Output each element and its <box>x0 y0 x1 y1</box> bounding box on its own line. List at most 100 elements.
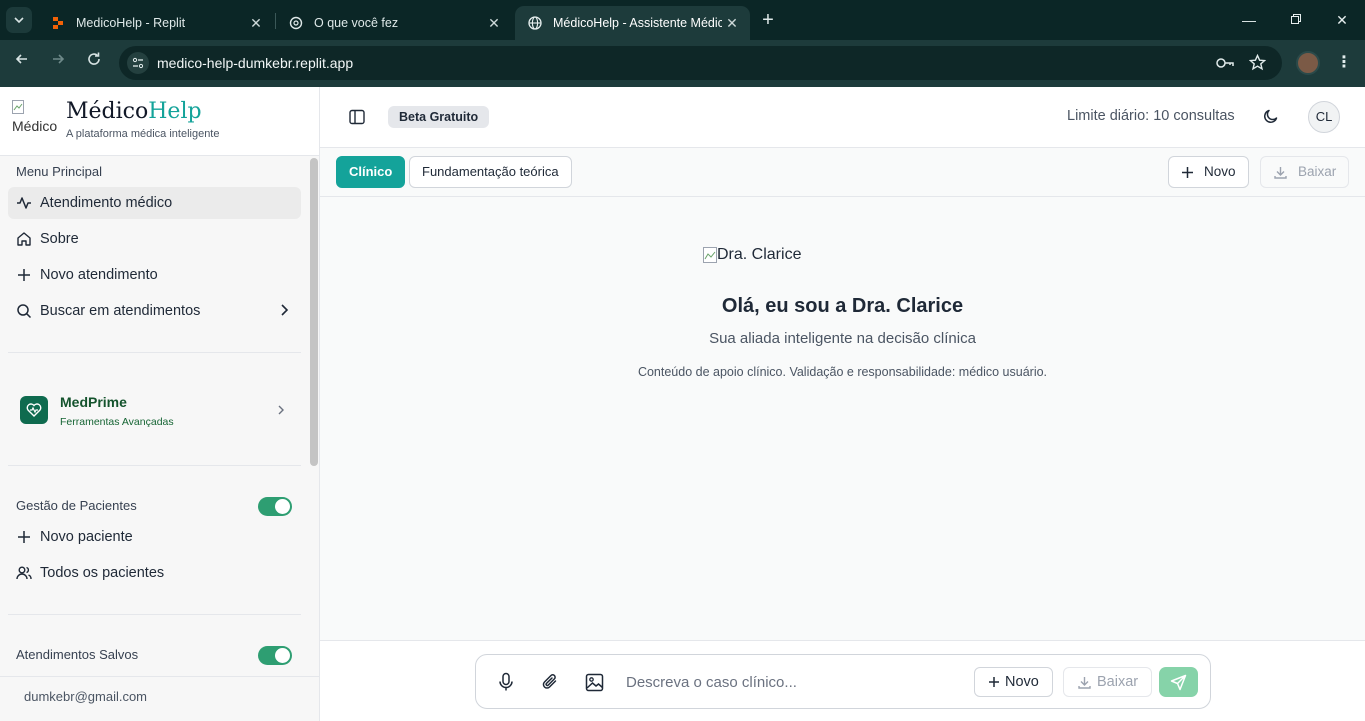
star-icon[interactable] <box>1248 53 1267 75</box>
minimize-icon[interactable]: — <box>1238 9 1260 31</box>
forward-icon[interactable] <box>46 51 70 75</box>
sidebar-item-label: Novo paciente <box>40 529 133 545</box>
toggle-knob <box>275 648 290 663</box>
logo-alt-text: Médico <box>12 118 58 134</box>
sidebar-item-todos-pacientes[interactable]: Todos os pacientes <box>8 557 301 589</box>
sidebar-scrollbar[interactable] <box>309 156 319 676</box>
brand-title: MédicoHelp <box>66 99 202 124</box>
dra-clarice-alt-text: Dra. Clarice <box>717 246 802 263</box>
key-icon[interactable] <box>1215 54 1235 76</box>
new-tab-button[interactable]: + <box>757 9 779 31</box>
brand-header: Médico MédicoHelp A plataforma médica in… <box>0 87 319 156</box>
tab-title: O que você fez <box>314 16 399 30</box>
browser-tab-strip: MedicoHelp - Replit ✕ O que você fez ✕ M… <box>0 0 1365 40</box>
profile-avatar[interactable] <box>1296 51 1320 75</box>
download-button-label: Baixar <box>1298 164 1337 179</box>
hero-disclaimer: Conteúdo de apoio clínico. Validação e r… <box>637 365 1048 379</box>
close-icon[interactable]: ✕ <box>246 15 266 32</box>
close-icon[interactable]: ✕ <box>484 15 504 32</box>
patients-toggle[interactable] <box>258 497 292 516</box>
user-email: dumkebr@gmail.com <box>24 689 148 704</box>
tab-title: MédicoHelp - Assistente Médico <box>553 16 722 30</box>
medprime-subtitle: Ferramentas Avançadas <box>60 416 174 428</box>
activity-icon <box>16 195 32 211</box>
sidebar-item-sobre[interactable]: Sobre <box>8 223 301 255</box>
chevron-down-icon <box>14 17 24 24</box>
gestao-pacientes-label: Gestão de Pacientes <box>16 498 137 513</box>
sidebar-item-novo-atendimento[interactable]: Novo atendimento <box>8 259 301 291</box>
download-icon <box>1077 675 1092 690</box>
logo-image: Médico <box>12 100 58 140</box>
sidebar-scroll-area: Menu Principal Atendimento médico Sobre … <box>0 156 308 676</box>
tab-search-button[interactable] <box>6 7 32 33</box>
composer-new-label: Novo <box>1005 674 1039 690</box>
main-content: Beta Gratuito Limite diário: 10 consulta… <box>320 87 1365 721</box>
globe-icon <box>527 15 543 31</box>
address-bar[interactable]: medico-help-dumkebr.replit.app <box>119 46 1282 80</box>
composer-box: Novo Baixar <box>475 654 1211 709</box>
new-button[interactable]: Novo <box>1168 156 1249 188</box>
plus-icon <box>16 267 32 283</box>
atendimentos-salvos-label: Atendimentos Salvos <box>16 647 139 662</box>
microphone-icon[interactable] <box>495 671 517 693</box>
brand-title-help: Help <box>148 99 202 124</box>
hero-title: Olá, eu sou a Dra. Clarice <box>721 295 964 317</box>
browser-toolbar: medico-help-dumkebr.replit.app ⋮ <box>0 40 1365 87</box>
home-icon <box>16 231 32 247</box>
close-icon[interactable]: ✕ <box>722 15 742 32</box>
brand-title-medico: Médico <box>66 99 149 124</box>
browser-tab-chatgpt[interactable]: O que você fez ✕ <box>276 6 512 40</box>
broken-image-icon <box>12 100 24 114</box>
sidebar-item-novo-paciente[interactable]: Novo paciente <box>8 521 301 553</box>
composer-new-button[interactable]: Novo <box>974 667 1053 697</box>
tab-title: MedicoHelp - Replit <box>76 16 186 30</box>
mode-bar: Clínico Fundamentação teórica Novo Baixa… <box>320 148 1365 197</box>
sidebar-item-buscar-atendimentos[interactable]: Buscar em atendimentos <box>8 295 301 327</box>
mode-clinico-button[interactable]: Clínico <box>336 156 406 188</box>
sidebar-divider <box>8 465 301 466</box>
site-info-icon[interactable] <box>127 52 149 74</box>
composer-area: Novo Baixar <box>320 640 1365 721</box>
composer-download-button[interactable]: Baixar <box>1063 667 1153 697</box>
users-icon <box>16 565 32 581</box>
toggle-knob <box>275 499 290 514</box>
new-button-label: Novo <box>1204 164 1236 179</box>
mode-fundamentacao-button[interactable]: Fundamentação teórica <box>409 156 572 188</box>
chatgpt-icon <box>288 15 304 31</box>
restore-icon[interactable] <box>1285 9 1307 31</box>
plus-icon <box>16 529 32 545</box>
composer-download-label: Baixar <box>1097 674 1139 690</box>
image-icon[interactable] <box>583 671 605 693</box>
sidebar-divider <box>8 614 301 615</box>
download-button[interactable]: Baixar <box>1260 156 1350 188</box>
browser-tab-medicohelp[interactable]: MédicoHelp - Assistente Médico ✕ <box>515 6 750 40</box>
saved-toggle[interactable] <box>258 646 292 665</box>
hero-subtitle: Sua aliada inteligente na decisão clínic… <box>709 330 976 347</box>
send-button[interactable] <box>1159 667 1198 697</box>
paperclip-icon[interactable] <box>539 671 561 693</box>
browser-tab-replit[interactable]: MedicoHelp - Replit ✕ <box>38 6 274 40</box>
send-icon <box>1170 674 1187 690</box>
replit-icon <box>50 15 66 31</box>
daily-limit-text: Limite diário: 10 consultas <box>1067 108 1235 124</box>
sidebar-toggle-icon[interactable] <box>348 108 368 128</box>
scrollbar-thumb[interactable] <box>310 158 318 466</box>
menu-principal-label: Menu Principal <box>16 164 102 179</box>
sidebar-item-atendimento-medico[interactable]: Atendimento médico <box>8 187 301 219</box>
moon-icon[interactable] <box>1262 107 1282 127</box>
sidebar-item-label: Sobre <box>40 231 79 247</box>
medprime-card[interactable]: MedPrime Ferramentas Avançadas <box>8 381 301 441</box>
top-bar: Beta Gratuito Limite diário: 10 consulta… <box>320 87 1365 148</box>
back-icon[interactable] <box>10 51 34 75</box>
medprime-title: MedPrime <box>60 394 127 410</box>
sidebar-item-label: Buscar em atendimentos <box>40 303 201 319</box>
search-icon <box>16 303 32 319</box>
more-menu-icon[interactable]: ⋮ <box>1334 51 1354 75</box>
case-description-input[interactable] <box>626 669 956 695</box>
user-avatar[interactable]: CL <box>1308 101 1340 133</box>
sidebar-item-label: Novo atendimento <box>40 267 158 283</box>
close-window-icon[interactable]: ✕ <box>1331 9 1353 31</box>
sidebar: Médico MédicoHelp A plataforma médica in… <box>0 87 320 721</box>
url-text: medico-help-dumkebr.replit.app <box>157 55 354 71</box>
reload-icon[interactable] <box>82 51 106 75</box>
